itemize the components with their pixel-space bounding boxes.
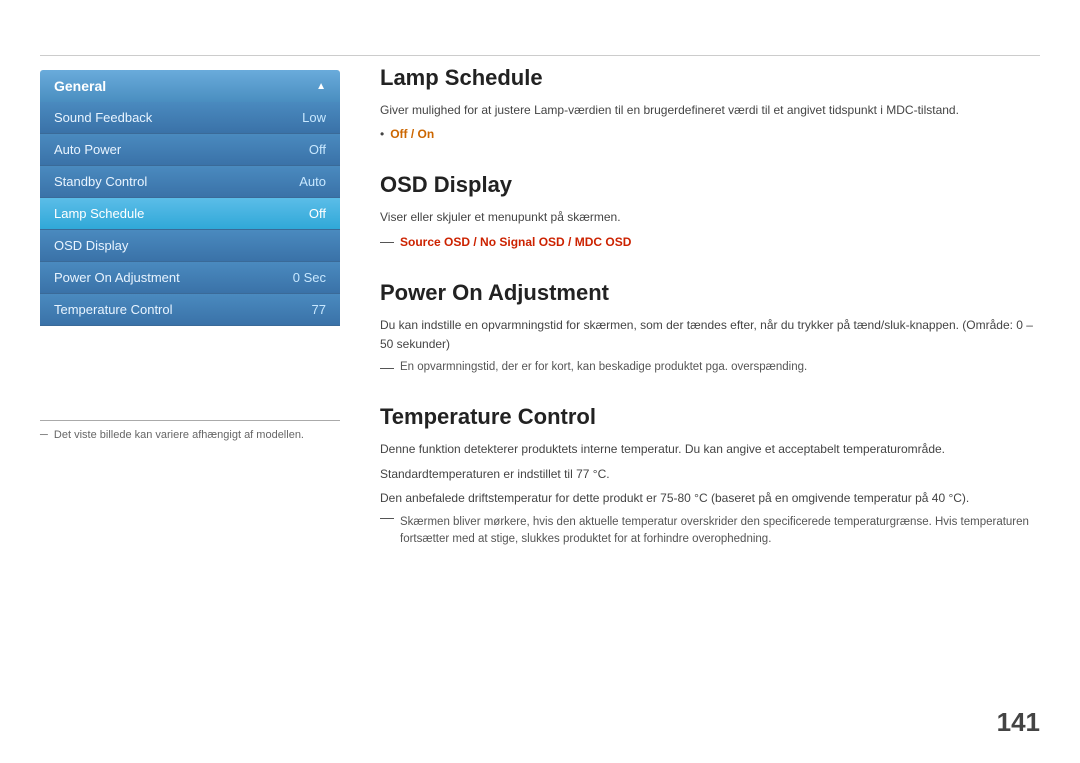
sidebar-item-standby-control[interactable]: Standby Control Auto — [40, 166, 340, 198]
menu-item-value: Off — [309, 206, 326, 221]
sidebar-menu: Sound Feedback Low Auto Power Off Standby Co… — [40, 102, 340, 326]
osd-display-desc: Viser eller skjuler et menupunkt på skær… — [380, 208, 1040, 227]
temperature-desc1: Denne funktion detekterer produktets int… — [380, 440, 1040, 459]
menu-item-label: Auto Power — [54, 142, 121, 157]
menu-item-label: Power On Adjustment — [54, 270, 180, 285]
sidebar-item-temperature-control[interactable]: Temperature Control 77 — [40, 294, 340, 326]
menu-item-value: 0 Sec — [293, 270, 326, 285]
main-content: Lamp Schedule Giver mulighed for at just… — [380, 65, 1040, 576]
menu-item-label: Standby Control — [54, 174, 147, 189]
sidebar-item-sound-feedback[interactable]: Sound Feedback Low — [40, 102, 340, 134]
top-divider — [40, 55, 1040, 56]
sidebar-panel: General ▲ Sound Feedback Low Auto Power Off… — [40, 70, 340, 326]
menu-item-label: Sound Feedback — [54, 110, 152, 125]
section-power-on-adjustment: Power On Adjustment Du kan indstille en … — [380, 280, 1040, 377]
section-temperature-control: Temperature Control Denne funktion detek… — [380, 404, 1040, 548]
osd-dash — [380, 242, 394, 243]
power-on-note-line: En opvarmningstid, der er for kort, kan … — [380, 359, 1040, 376]
sidebar-title: General ▲ — [40, 70, 340, 102]
section-osd-display: OSD Display Viser eller skjuler et menup… — [380, 172, 1040, 251]
sidebar-arrow-icon: ▲ — [316, 81, 326, 92]
menu-item-value: 77 — [312, 302, 326, 317]
menu-item-label: Lamp Schedule — [54, 206, 144, 221]
menu-item-value: Off — [309, 142, 326, 157]
page-number: 141 — [997, 707, 1040, 738]
lamp-schedule-bullet: • Off / On — [380, 125, 1040, 144]
power-on-desc: Du kan indstille en opvarmningstid for s… — [380, 316, 1040, 354]
temperature-desc3: Den anbefalede driftstemperatur for dett… — [380, 489, 1040, 508]
sidebar-footnote-area: ─ Det viste billede kan variere afhængig… — [40, 420, 340, 441]
power-on-note: En opvarmningstid, der er for kort, kan … — [400, 359, 807, 376]
osd-link-labels: Source OSD / No Signal OSD / MDC OSD — [400, 233, 631, 252]
sidebar-item-osd-display[interactable]: OSD Display — [40, 230, 340, 262]
temperature-title: Temperature Control — [380, 404, 1040, 430]
menu-item-value: Low — [302, 110, 326, 125]
menu-item-label: Temperature Control — [54, 302, 173, 317]
sidebar-item-power-on-adjustment[interactable]: Power On Adjustment 0 Sec — [40, 262, 340, 294]
osd-links-line: Source OSD / No Signal OSD / MDC OSD — [380, 233, 1040, 252]
temperature-dash — [380, 518, 394, 519]
lamp-schedule-body: Giver mulighed for at justere Lamp-værdi… — [380, 101, 1040, 144]
temperature-note: Skærmen bliver mørkere, hvis den aktuell… — [400, 514, 1040, 549]
section-lamp-schedule: Lamp Schedule Giver mulighed for at just… — [380, 65, 1040, 144]
osd-display-title: OSD Display — [380, 172, 1040, 198]
osd-display-body: Viser eller skjuler et menupunkt på skær… — [380, 208, 1040, 251]
temperature-body: Denne funktion detekterer produktets int… — [380, 440, 1040, 548]
sidebar-item-auto-power[interactable]: Auto Power Off — [40, 134, 340, 166]
temperature-desc2: Standardtemperaturen er indstillet til 7… — [380, 465, 1040, 484]
menu-item-label: OSD Display — [54, 238, 128, 253]
power-on-body: Du kan indstille en opvarmningstid for s… — [380, 316, 1040, 377]
sidebar-item-lamp-schedule[interactable]: Lamp Schedule Off — [40, 198, 340, 230]
footnote-text: ─ Det viste billede kan variere afhængig… — [40, 429, 340, 441]
power-on-title: Power On Adjustment — [380, 280, 1040, 306]
footnote-divider — [40, 420, 340, 421]
temperature-note-line: Skærmen bliver mørkere, hvis den aktuell… — [380, 514, 1040, 549]
power-on-dash — [380, 368, 394, 369]
lamp-schedule-desc: Giver mulighed for at justere Lamp-værdi… — [380, 101, 1040, 120]
bullet-icon: • — [380, 125, 384, 144]
lamp-schedule-title: Lamp Schedule — [380, 65, 1040, 91]
sidebar-title-text: General — [54, 78, 106, 94]
menu-item-value: Auto — [299, 174, 326, 189]
lamp-schedule-options: Off / On — [390, 125, 434, 144]
